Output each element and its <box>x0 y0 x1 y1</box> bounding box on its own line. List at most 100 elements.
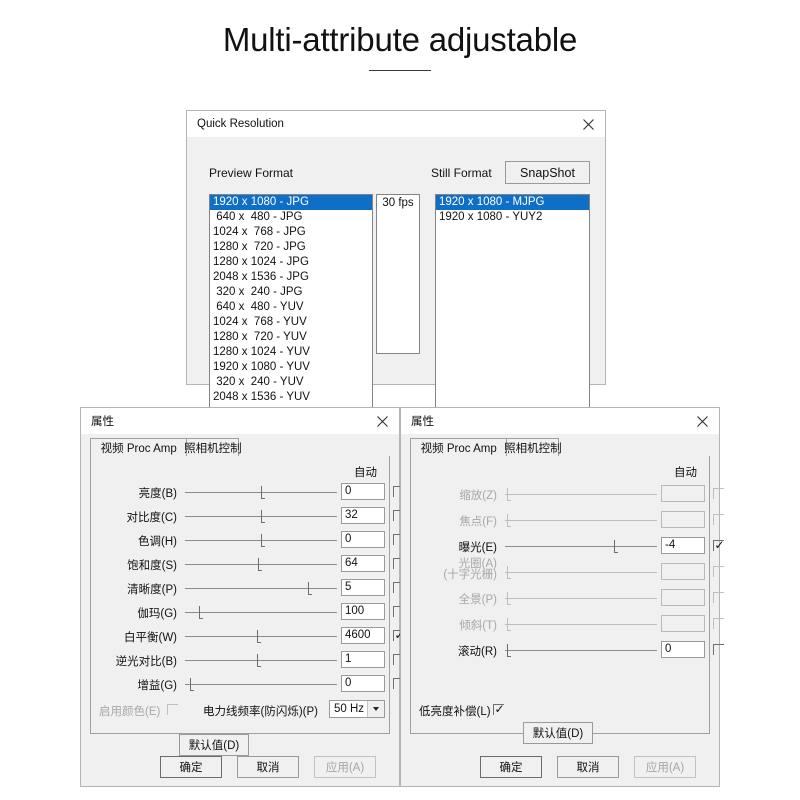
slider-value-field[interactable] <box>661 615 705 632</box>
slider-track[interactable] <box>185 612 337 613</box>
snapshot-button[interactable]: SnapShot <box>505 161 590 184</box>
list-item[interactable]: 2048 x 1536 - YUV <box>210 390 372 405</box>
tab-0[interactable]: 视频 Proc Amp <box>410 438 508 457</box>
defaults-button[interactable]: 默认值(D) <box>179 734 249 756</box>
slider-track[interactable] <box>185 588 337 589</box>
slider-row: 亮度(B) 0 <box>91 482 404 502</box>
slider-thumb[interactable] <box>188 678 194 691</box>
page-title: Multi-attribute adjustable <box>222 21 578 58</box>
list-item[interactable]: 30 fps <box>377 196 419 211</box>
slider-thumb[interactable] <box>505 514 511 527</box>
slider-thumb[interactable] <box>259 510 265 523</box>
auto-checkbox[interactable] <box>713 592 724 603</box>
slider-thumb[interactable] <box>505 592 511 605</box>
slider-row: 缩放(Z) <box>411 484 724 504</box>
auto-checkbox[interactable]: ✓ <box>713 539 725 551</box>
slider-value-field[interactable]: 0 <box>341 675 385 692</box>
slider-thumb[interactable] <box>612 540 618 553</box>
tab-0[interactable]: 视频 Proc Amp <box>90 438 188 457</box>
list-item[interactable]: 640 x 480 - YUV <box>210 300 372 315</box>
powerline-frequency-combo[interactable]: 50 Hz <box>329 700 385 718</box>
list-item[interactable]: 320 x 240 - YUV <box>210 375 372 390</box>
slider-track[interactable] <box>505 650 657 651</box>
list-item[interactable]: 1280 x 1024 - JPG <box>210 255 372 270</box>
cancel-button[interactable]: 取消 <box>237 756 299 778</box>
slider-value-field[interactable]: 1 <box>341 651 385 668</box>
list-item[interactable]: 1280 x 720 - YUV <box>210 330 372 345</box>
properties-right-tabstrip[interactable]: 视频 Proc Amp 照相机控制 <box>410 438 710 457</box>
slider-label: 曝光(E) <box>458 542 497 554</box>
slider-thumb[interactable] <box>505 488 511 501</box>
slider-value-field[interactable]: 0 <box>341 483 385 500</box>
slider-value-field[interactable]: 5 <box>341 579 385 596</box>
list-item[interactable]: 320 x 240 - JPG <box>210 285 372 300</box>
slider-thumb[interactable] <box>505 566 511 579</box>
slider-thumb[interactable] <box>259 486 265 499</box>
slider-thumb[interactable] <box>505 644 511 657</box>
tab-1[interactable]: 照相机控制 <box>504 438 562 457</box>
slider-value-field[interactable]: 0 <box>661 641 705 658</box>
slider-track[interactable] <box>505 494 657 495</box>
fps-listbox[interactable]: 30 fps <box>376 194 420 354</box>
auto-checkbox[interactable] <box>713 566 724 577</box>
ok-button[interactable]: 确定 <box>160 756 222 778</box>
properties-left-tabstrip[interactable]: 视频 Proc Amp 照相机控制 <box>90 438 390 457</box>
slider-thumb[interactable] <box>255 630 261 643</box>
slider-value-field[interactable] <box>661 485 705 502</box>
list-item[interactable]: 2048 x 1536 - JPG <box>210 270 372 285</box>
slider-track[interactable] <box>505 624 657 625</box>
slider-value-field[interactable]: 0 <box>341 531 385 548</box>
slider-row: 曝光(E) -4 ✓ <box>411 536 725 556</box>
slider-track[interactable] <box>505 572 657 573</box>
list-item[interactable]: 1024 x 768 - YUV <box>210 315 372 330</box>
close-icon[interactable] <box>685 408 719 434</box>
slider-value-field[interactable]: 100 <box>341 603 385 620</box>
slider-thumb[interactable] <box>197 606 203 619</box>
auto-checkbox[interactable] <box>713 488 724 499</box>
slider-track[interactable] <box>185 660 337 661</box>
slider-thumb[interactable] <box>306 582 313 595</box>
tab-label: 照相机控制 <box>184 443 242 455</box>
slider-thumb[interactable] <box>256 558 263 571</box>
list-item[interactable]: 1920 x 1080 - YUV <box>210 360 372 375</box>
slider-track[interactable] <box>185 636 337 637</box>
slider-label: 对比度(C) <box>126 512 177 524</box>
close-icon[interactable] <box>571 111 605 137</box>
slider-track[interactable] <box>505 520 657 521</box>
slider-value-field[interactable]: -4 <box>661 537 705 554</box>
quick-resolution-titlebar: Quick Resolution <box>187 111 605 137</box>
slider-value-field[interactable] <box>661 589 705 606</box>
ok-button[interactable]: 确定 <box>480 756 542 778</box>
slider-thumb[interactable] <box>255 654 261 667</box>
auto-checkbox[interactable] <box>713 644 724 655</box>
still-format-listbox[interactable]: 1920 x 1080 - MJPG 1920 x 1080 - YUY2 <box>435 194 590 409</box>
slider-value-field[interactable]: 32 <box>341 507 385 524</box>
slider-value-field[interactable] <box>661 511 705 528</box>
slider-thumb[interactable] <box>259 534 265 547</box>
preview-format-listbox[interactable]: 1920 x 1080 - JPG 640 x 480 - JPG 1024 x … <box>209 194 373 409</box>
list-item[interactable]: 1280 x 1024 - YUV <box>210 345 372 360</box>
lowlight-compensation-checkbox[interactable]: ✓ <box>493 703 505 715</box>
tab-1[interactable]: 照相机控制 <box>184 438 242 457</box>
chevron-down-icon[interactable] <box>367 701 384 717</box>
color-enable-checkbox[interactable] <box>167 704 178 715</box>
slider-value-field[interactable]: 4600 <box>341 627 385 644</box>
slider-value-field[interactable] <box>661 563 705 580</box>
slider-track[interactable] <box>185 684 337 685</box>
list-item[interactable]: 640 x 480 - JPG <box>210 210 372 225</box>
list-item[interactable]: 1280 x 720 - JPG <box>210 240 372 255</box>
list-item[interactable]: 1920 x 1080 - YUY2 <box>436 210 589 225</box>
slider-track[interactable] <box>505 598 657 599</box>
slider-track[interactable] <box>505 546 657 547</box>
slider-thumb[interactable] <box>505 618 511 631</box>
auto-column-header: 自动 <box>674 467 697 479</box>
defaults-button[interactable]: 默认值(D) <box>523 722 593 744</box>
list-item[interactable]: 1024 x 768 - JPG <box>210 225 372 240</box>
auto-checkbox[interactable] <box>713 514 724 525</box>
auto-checkbox[interactable] <box>713 618 724 629</box>
list-item[interactable]: 1920 x 1080 - JPG <box>210 195 372 210</box>
list-item[interactable]: 1920 x 1080 - MJPG <box>436 195 589 210</box>
close-icon[interactable] <box>365 408 399 434</box>
cancel-button[interactable]: 取消 <box>557 756 619 778</box>
slider-value-field[interactable]: 64 <box>341 555 385 572</box>
